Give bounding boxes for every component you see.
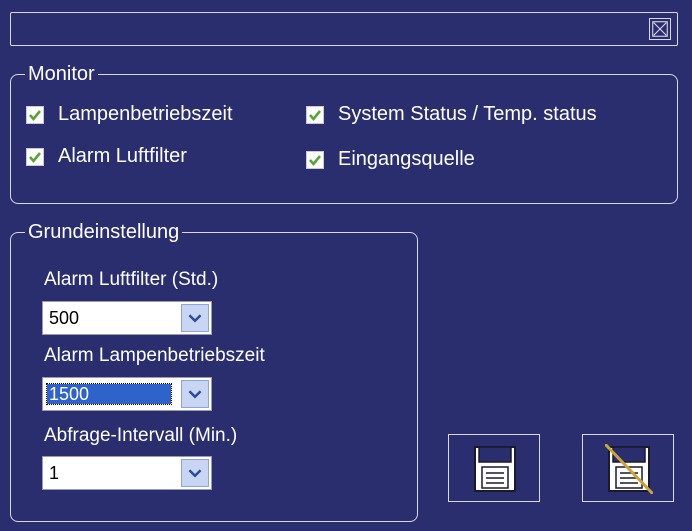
checkbox-checked-icon[interactable] [306, 150, 324, 169]
discard-button[interactable] [582, 434, 674, 502]
checkbox-label: Eingangsquelle [338, 148, 475, 170]
checkbox-label: Lampenbetriebszeit [58, 103, 233, 125]
checkbox-eingangsquelle[interactable]: Eingangsquelle [306, 148, 475, 171]
checkbox-label: System Status / Temp. status [338, 103, 597, 125]
close-icon[interactable] [649, 18, 671, 40]
chevron-down-icon[interactable] [181, 459, 209, 487]
select-value: 500 [49, 308, 80, 328]
checkbox-system-status[interactable]: System Status / Temp. status [306, 103, 597, 126]
alarm-luftfilter-label: Alarm Luftfilter (Std.) [44, 269, 219, 290]
checkbox-checked-icon[interactable] [26, 147, 44, 166]
abfrage-intervall-select[interactable]: 1 [42, 456, 212, 490]
select-value: 1500 [46, 383, 172, 405]
settings-window: Monitor Lampenbetriebszeit System Status… [0, 0, 692, 531]
monitor-group: Monitor [10, 64, 678, 204]
checkbox-alarm-luftfilter[interactable]: Alarm Luftfilter [26, 145, 187, 168]
alarm-luftfilter-select[interactable]: 500 [42, 301, 212, 335]
alarm-lampenbetriebszeit-select[interactable]: 1500 [42, 377, 212, 411]
title-bar [10, 12, 678, 46]
select-value: 1 [49, 463, 60, 483]
floppy-disk-crossed-icon [605, 444, 653, 494]
chevron-down-icon[interactable] [181, 380, 209, 408]
checkbox-label: Alarm Luftfilter [58, 145, 187, 167]
monitor-legend: Monitor [28, 63, 95, 85]
floppy-disk-icon [474, 446, 516, 492]
abfrage-intervall-label: Abfrage-Intervall (Min.) [44, 425, 238, 446]
save-button[interactable] [448, 434, 540, 502]
grundeinstellung-legend: Grundeinstellung [28, 221, 180, 243]
checkbox-checked-icon[interactable] [306, 105, 324, 124]
chevron-down-icon[interactable] [181, 304, 209, 332]
alarm-lampenbetriebszeit-label: Alarm Lampenbetriebszeit [44, 345, 265, 366]
checkbox-lampenbetriebszeit[interactable]: Lampenbetriebszeit [26, 103, 233, 126]
checkbox-checked-icon[interactable] [26, 105, 44, 124]
